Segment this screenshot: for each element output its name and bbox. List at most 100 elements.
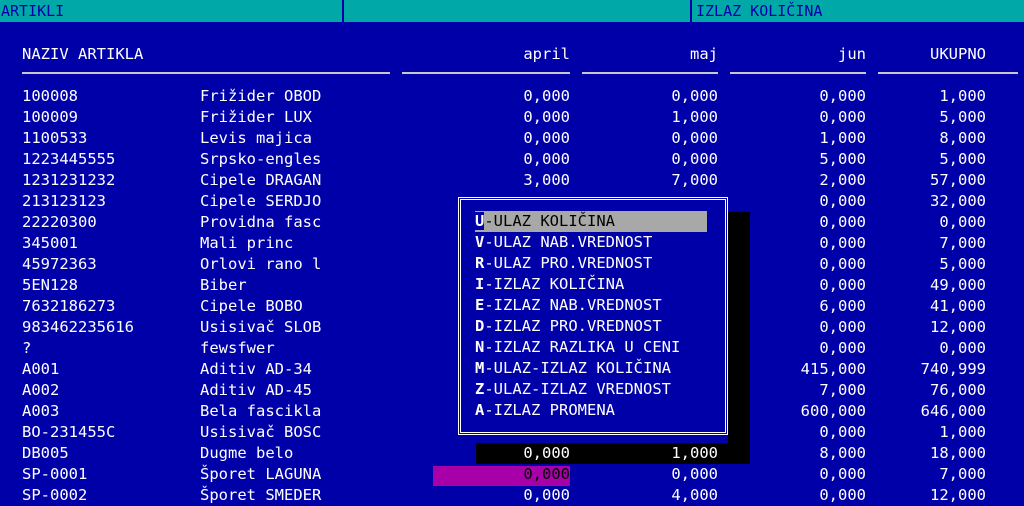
menu-item-m[interactable]: M-ULAZ-IZLAZ KOLIČINA xyxy=(475,358,671,379)
menu-hotkey: Z xyxy=(475,380,485,398)
header-april[interactable]: april xyxy=(420,43,570,65)
table-row[interactable]: 1223445555 Srpsko-engles 0,000 0,000 5,000 5,… xyxy=(0,149,1024,170)
window-title-artikli: ARTIKLI xyxy=(1,2,65,20)
table-row[interactable]: 1100533 Levis majica 0,000 0,000 1,000 8,000 xyxy=(0,128,1024,149)
value-april: 0,000 xyxy=(523,108,570,126)
menu-item-v[interactable]: V-ULAZ NAB.VREDNOST xyxy=(475,232,652,253)
menu-item-r[interactable]: R-ULAZ PRO.VREDNOST xyxy=(475,253,652,274)
table-row[interactable]: 100009 Frižider LUX 0,000 1,000 0,000 5,000 xyxy=(0,107,1024,128)
header-underline xyxy=(402,72,570,74)
title-separator xyxy=(690,0,692,22)
article-name: Providna fasc xyxy=(200,213,322,231)
value-ukupno: 18,000 xyxy=(930,444,986,462)
menu-hotkey: E xyxy=(475,296,485,314)
article-code: A001 xyxy=(22,360,60,378)
value-ukupno: 0,000 xyxy=(939,339,986,357)
menu-item-u[interactable]: U-ULAZ KOLIČINA xyxy=(475,211,707,232)
article-name: Aditiv AD-34 xyxy=(200,360,312,378)
value-ukupno: 5,000 xyxy=(939,150,986,168)
article-name: Orlovi rano l xyxy=(200,255,322,273)
article-code: 213123123 xyxy=(22,192,106,210)
value-april: 0,000 xyxy=(523,129,570,147)
article-code: 345001 xyxy=(22,234,78,252)
article-name: Cipele DRAGAN xyxy=(200,171,322,189)
menu-hotkey: N xyxy=(475,338,485,356)
header-underline xyxy=(878,72,1018,74)
value-ukupno: 7,000 xyxy=(939,465,986,483)
menu-item-d[interactable]: D-IZLAZ PRO.VREDNOST xyxy=(475,316,662,337)
report-mode-title: IZLAZ KOLIČINA xyxy=(696,2,823,20)
article-name: Dugme belo xyxy=(200,444,294,462)
menu-item-a[interactable]: A-IZLAZ PROMENA xyxy=(475,400,615,421)
article-name: Bela fascikla xyxy=(200,402,322,420)
value-ukupno: 49,000 xyxy=(930,276,986,294)
menu-item-label: -ULAZ KOLIČINA xyxy=(484,212,615,230)
value-maj: 1,000 xyxy=(671,108,718,126)
value-april: 0,000 xyxy=(523,444,570,462)
article-code: 1223445555 xyxy=(22,150,116,168)
value-ukupno: 32,000 xyxy=(930,192,986,210)
value-maj: 0,000 xyxy=(671,129,718,147)
value-ukupno: 7,000 xyxy=(939,234,986,252)
article-name: Srpsko-engles xyxy=(200,150,322,168)
menu-item-e[interactable]: E-IZLAZ NAB.VREDNOST xyxy=(475,295,662,316)
value-maj: 4,000 xyxy=(671,486,718,504)
article-name: Frižider LUX xyxy=(200,108,312,126)
menu-item-label: -IZLAZ NAB.VREDNOST xyxy=(484,296,662,314)
value-ukupno: 0,000 xyxy=(939,213,986,231)
article-name: fewsfwer xyxy=(200,339,275,357)
menu-item-label: -IZLAZ PROMENA xyxy=(484,401,615,419)
value-april: 0,000 xyxy=(523,150,570,168)
article-code: DB005 xyxy=(22,444,69,462)
article-name: Frižider OBOD xyxy=(200,87,322,105)
table-row[interactable]: SP-0001 Šporet LAGUNA 0,000 0,000 0,000 7,000 xyxy=(0,464,1024,485)
menu-item-i[interactable]: I-IZLAZ KOLIČINA xyxy=(475,274,624,295)
menu-hotkey: U xyxy=(475,212,485,230)
article-code: 1231231232 xyxy=(22,171,116,189)
value-ukupno: 740,999 xyxy=(920,360,986,378)
article-code: SP-0002 xyxy=(22,486,88,504)
article-code: 22220300 xyxy=(22,213,97,231)
menu-item-label: -ULAZ PRO.VREDNOST xyxy=(484,254,653,272)
value-ukupno: 1,000 xyxy=(939,423,986,441)
menu-item-z[interactable]: Z-ULAZ-IZLAZ VREDNOST xyxy=(475,379,671,400)
article-code: A002 xyxy=(22,381,60,399)
article-code: 100009 xyxy=(22,108,78,126)
value-ukupno: 1,000 xyxy=(939,87,986,105)
value-april: 0,000 xyxy=(523,486,570,504)
menu-hotkey: V xyxy=(475,233,485,251)
value-ukupno: 41,000 xyxy=(930,297,986,315)
table-row[interactable]: SP-0002 Šporet SMEDER 0,000 4,000 0,000 12,00… xyxy=(0,485,1024,506)
article-code: 100008 xyxy=(22,87,78,105)
menu-hotkey: I xyxy=(475,275,485,293)
article-code: A003 xyxy=(22,402,60,420)
article-name: Šporet SMEDER xyxy=(200,486,322,504)
header-naziv-artikla[interactable]: NAZIV ARTIKLA xyxy=(22,43,143,65)
table-row[interactable]: 1231231232 Cipele DRAGAN 3,000 7,000 2,000 57… xyxy=(0,170,1024,191)
header-ukupno[interactable]: UKUPNO xyxy=(836,43,986,65)
title-separator xyxy=(342,0,344,22)
menu-hotkey: D xyxy=(475,317,485,335)
article-name: Usisivač BOSC xyxy=(200,423,322,441)
table-row[interactable]: DB005 Dugme belo 0,000 1,000 8,000 18,000 xyxy=(0,443,1024,464)
article-name: Cipele SERDJO xyxy=(200,192,322,210)
menu-item-label: -ULAZ-IZLAZ VREDNOST xyxy=(484,380,671,398)
header-maj[interactable]: maj xyxy=(568,43,718,65)
value-maj: 0,000 xyxy=(671,465,718,483)
value-ukupno: 12,000 xyxy=(930,486,986,504)
value-ukupno: 8,000 xyxy=(939,129,986,147)
article-name: Aditiv AD-45 xyxy=(200,381,312,399)
header-underline xyxy=(22,72,390,74)
article-name: Usisivač SLOB xyxy=(200,318,322,336)
menu-item-label: -IZLAZ KOLIČINA xyxy=(484,275,625,293)
table-row[interactable]: 100008 Frižider OBOD 0,000 0,000 0,000 1,000 xyxy=(0,86,1024,107)
header-underline xyxy=(730,72,866,74)
article-code: 5EN128 xyxy=(22,276,78,294)
article-code: 45972363 xyxy=(22,255,97,273)
value-ukupno: 5,000 xyxy=(939,255,986,273)
value-maj: 7,000 xyxy=(671,171,718,189)
article-code: BO-231455C xyxy=(22,423,116,441)
article-name: Mali princ xyxy=(200,234,294,252)
menu-item-n[interactable]: N-IZLAZ RAZLIKA U CENI xyxy=(475,337,680,358)
article-name: Levis majica xyxy=(200,129,312,147)
